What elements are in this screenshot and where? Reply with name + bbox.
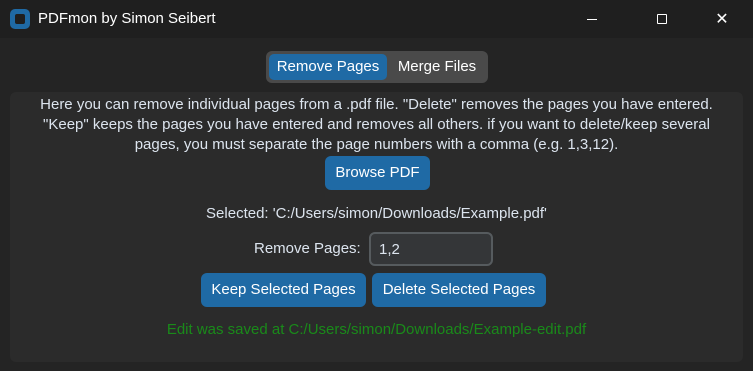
close-button[interactable]: ✕ — [699, 0, 745, 38]
delete-selected-pages-button[interactable]: Delete Selected Pages — [372, 273, 546, 307]
status-message: Edit was saved at C:/Users/simon/Downloa… — [166, 321, 587, 338]
close-icon: ✕ — [715, 11, 729, 28]
window-title: PDFmon by Simon Seibert — [38, 10, 216, 27]
browse-pdf-button[interactable]: Browse PDF — [325, 156, 430, 190]
tab-merge-files[interactable]: Merge Files — [390, 54, 484, 80]
selected-file-label: Selected: 'C:/Users/simon/Downloads/Exam… — [206, 205, 547, 222]
app-logo-icon — [10, 9, 30, 29]
tab-remove-pages[interactable]: Remove Pages — [269, 54, 387, 80]
minimize-button[interactable] — [569, 0, 615, 38]
instructions-text: Here you can remove individual pages fro… — [40, 96, 713, 153]
minimize-icon — [587, 18, 597, 20]
maximize-button[interactable] — [639, 0, 685, 38]
maximize-icon — [657, 14, 667, 24]
keep-selected-pages-button[interactable]: Keep Selected Pages — [201, 273, 366, 307]
remove-pages-input[interactable] — [369, 232, 493, 266]
remove-pages-label: Remove Pages: — [254, 240, 361, 257]
title-bar: PDFmon by Simon Seibert ✕ — [0, 0, 753, 38]
tab-selector: Remove Pages Merge Files — [266, 51, 488, 83]
